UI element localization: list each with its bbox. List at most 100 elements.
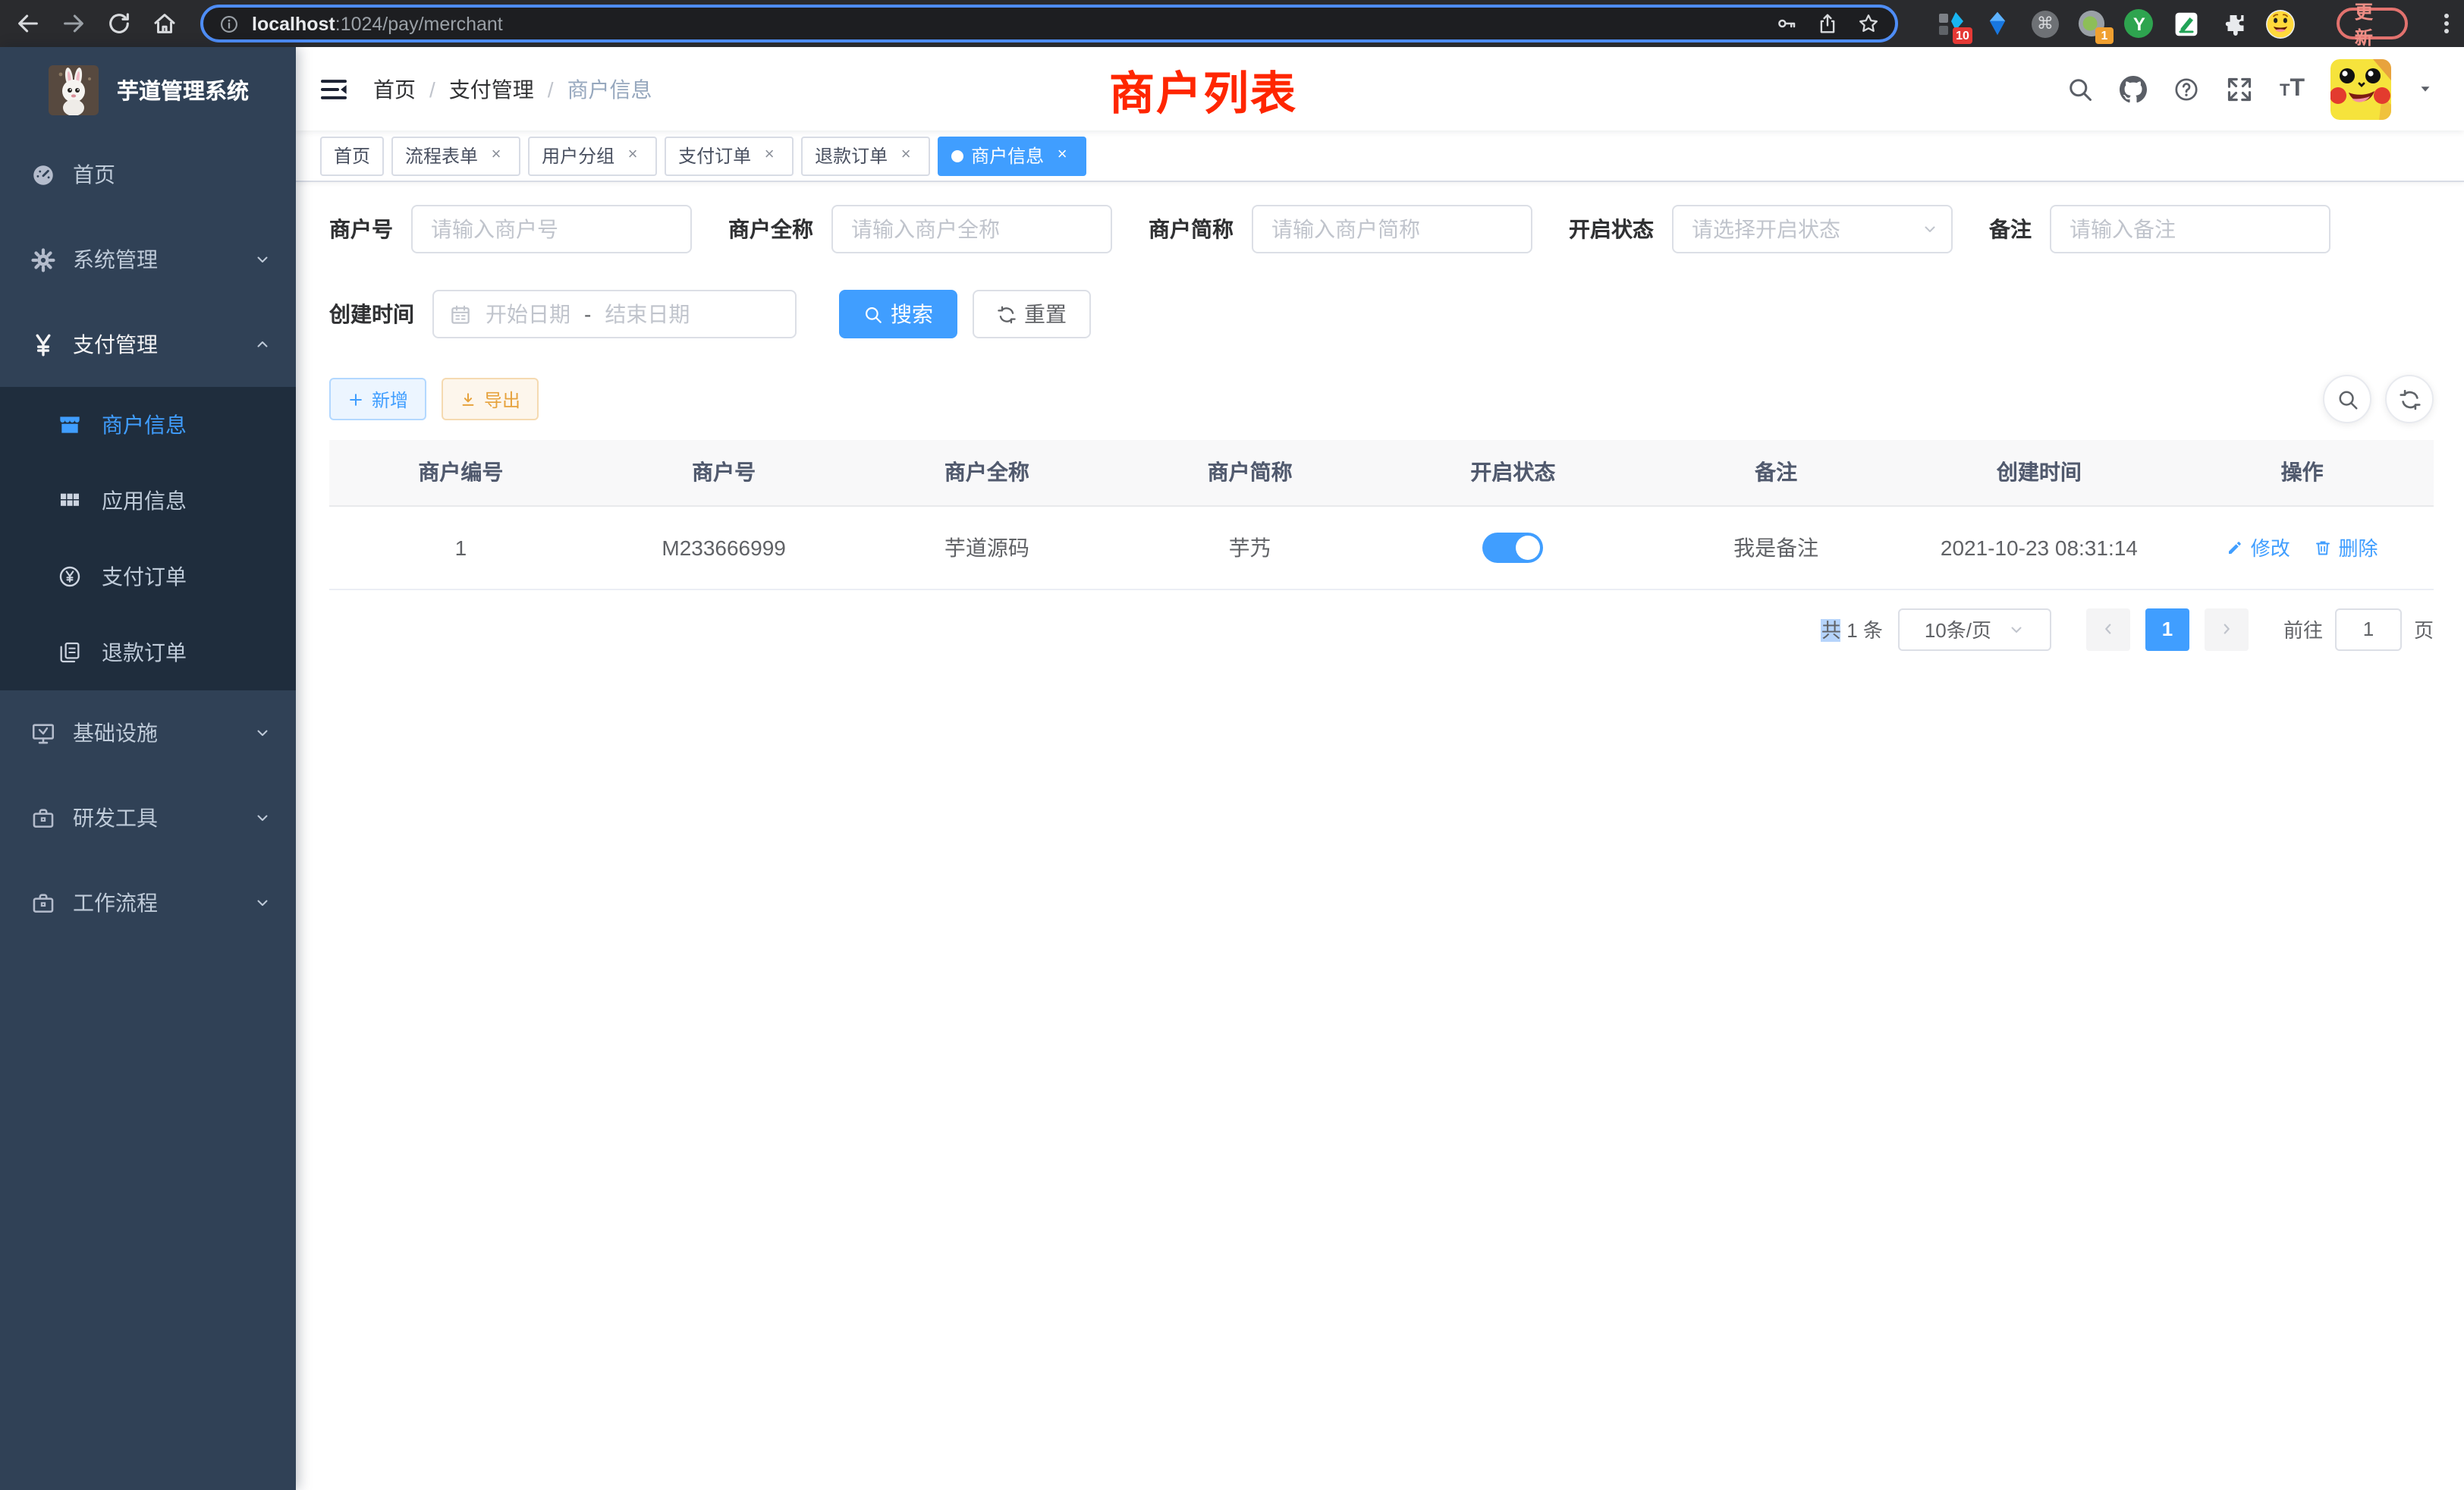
bookmark-star-icon[interactable] — [1857, 12, 1880, 35]
font-size-icon[interactable]: TT — [2280, 75, 2305, 102]
main-area: 商户列表 首页 / 支付管理 / 商户信息 TT — [296, 47, 2464, 1490]
sidebar-item-pay-order[interactable]: 支付订单 — [0, 539, 296, 615]
extension-note-icon[interactable] — [2171, 8, 2202, 39]
breadcrumb-section[interactable]: 支付管理 — [449, 74, 534, 104]
tab-user-group[interactable]: 用户分组× — [528, 136, 657, 175]
share-icon[interactable] — [1816, 12, 1839, 35]
tab-merchant-info-active[interactable]: 商户信息× — [938, 136, 1086, 175]
status-toggle-on[interactable] — [1482, 532, 1543, 562]
annotation-title: 商户列表 — [1109, 56, 1297, 123]
reload-icon[interactable] — [106, 11, 132, 36]
close-icon[interactable]: × — [759, 145, 780, 166]
browser-update-button[interactable]: 更新 — [2337, 8, 2408, 39]
screen: localhost:1024/pay/merchant 10 ⌘ 1 — [0, 0, 2464, 1490]
extension-gem-icon[interactable] — [1983, 8, 2013, 39]
sidebar-item-label: 基础设施 — [73, 718, 158, 748]
prev-page-button[interactable] — [2086, 608, 2130, 650]
sidebar-item-workflow[interactable]: 工作流程 — [0, 860, 296, 945]
url-host: localhost — [252, 13, 335, 34]
edit-link[interactable]: 修改 — [2227, 533, 2290, 561]
sidebar: 芋道管理系统 首页 系统管理 支付管理 商户信息 — [0, 47, 296, 1490]
search-icon[interactable] — [2067, 75, 2095, 102]
breadcrumb-current: 商户信息 — [567, 74, 652, 104]
search-button[interactable]: 搜索 — [839, 290, 957, 338]
remark-input[interactable] — [2050, 205, 2330, 253]
date-range-picker[interactable]: 开始日期 - 结束日期 — [432, 290, 797, 338]
app-title: 芋道管理系统 — [117, 74, 249, 105]
extension-y-icon[interactable]: Y — [2124, 8, 2154, 39]
merchant-no-input[interactable] — [411, 205, 692, 253]
tab-refund-order[interactable]: 退款订单× — [801, 136, 930, 175]
filter-row-1: 商户号 商户全称 商户简称 开启状态 请选择开启状态 — [329, 205, 2434, 253]
fullscreen-icon[interactable] — [2227, 75, 2254, 102]
close-icon[interactable]: × — [622, 145, 643, 166]
next-page-button[interactable] — [2205, 608, 2249, 650]
sidebar-item-infrastructure[interactable]: 基础设施 — [0, 690, 296, 775]
short-name-input[interactable] — [1252, 205, 1532, 253]
merchant-table: 商户编号 商户号 商户全称 商户简称 开启状态 备注 创建时间 操作 1 — [329, 440, 2434, 589]
sidebar-item-refund-order[interactable]: 退款订单 — [0, 615, 296, 690]
add-button[interactable]: 新增 — [329, 378, 426, 420]
delete-link[interactable]: 删除 — [2315, 533, 2378, 561]
home-icon[interactable] — [152, 11, 178, 36]
close-icon[interactable]: × — [1051, 145, 1073, 166]
extension-command-icon[interactable]: ⌘ — [2030, 8, 2060, 39]
refresh-table-button[interactable] — [2385, 375, 2434, 423]
browser-menu-icon[interactable] — [2443, 14, 2449, 33]
goto-label: 前往 — [2283, 615, 2323, 643]
toggle-search-button[interactable] — [2323, 375, 2371, 423]
password-key-icon[interactable] — [1775, 12, 1798, 35]
button-label: 新增 — [372, 386, 408, 412]
sidebar-item-dev-tools[interactable]: 研发工具 — [0, 775, 296, 860]
column-header: 操作 — [2170, 440, 2434, 505]
column-header: 商户简称 — [1118, 440, 1381, 505]
profile-emoji-icon[interactable] — [2265, 8, 2296, 39]
sidebar-item-label: 研发工具 — [73, 803, 158, 833]
status-select[interactable]: 请选择开启状态 — [1672, 205, 1953, 253]
github-icon[interactable] — [2120, 75, 2148, 102]
full-name-input[interactable] — [831, 205, 1112, 253]
goto-page-input[interactable] — [2335, 608, 2402, 650]
export-button[interactable]: 导出 — [442, 378, 539, 420]
help-icon[interactable] — [2173, 75, 2201, 102]
avatar[interactable] — [2330, 58, 2391, 119]
breadcrumb-home[interactable]: 首页 — [373, 74, 416, 104]
page-size-select[interactable]: 10条/页 — [1898, 608, 2051, 650]
reset-button[interactable]: 重置 — [973, 290, 1091, 338]
forward-icon[interactable] — [61, 11, 86, 36]
sidebar-item-system[interactable]: 系统管理 — [0, 217, 296, 302]
button-label: 重置 — [1024, 299, 1067, 329]
start-date-placeholder: 开始日期 — [486, 299, 570, 329]
briefcase-icon — [24, 889, 61, 916]
sidebar-item-merchant-info[interactable]: 商户信息 — [0, 387, 296, 463]
page-number-current[interactable]: 1 — [2145, 608, 2189, 650]
address-bar[interactable]: localhost:1024/pay/merchant — [200, 5, 1898, 42]
gear-icon — [24, 246, 61, 273]
site-info-icon[interactable] — [218, 13, 240, 34]
sidebar-item-app-info[interactable]: 应用信息 — [0, 463, 296, 539]
filter-label: 创建时间 — [329, 299, 414, 329]
table-tools — [2323, 375, 2434, 423]
tab-home[interactable]: 首页 — [320, 136, 384, 175]
chevron-down-icon — [2007, 620, 2025, 638]
extension-diamond-icon[interactable]: 10 — [1936, 8, 1966, 39]
tab-process-form[interactable]: 流程表单× — [391, 136, 520, 175]
payment-submenu: 商户信息 应用信息 支付订单 退款订单 — [0, 387, 296, 690]
caret-down-icon[interactable] — [2417, 80, 2434, 97]
cell-merchant-short-name: 芋艿 — [1118, 505, 1381, 589]
tab-pay-order[interactable]: 支付订单× — [665, 136, 794, 175]
filter-label: 商户号 — [329, 214, 393, 244]
back-icon[interactable] — [15, 11, 41, 36]
sidebar-item-label: 支付订单 — [102, 561, 187, 592]
sidebar-logo[interactable]: 芋道管理系统 — [0, 47, 296, 132]
extension-badge: 1 — [2095, 27, 2114, 43]
navbar-actions: TT — [2067, 58, 2434, 119]
extension-circle-icon[interactable]: 1 — [2077, 8, 2107, 39]
sidebar-item-home[interactable]: 首页 — [0, 132, 296, 217]
close-icon[interactable]: × — [486, 145, 507, 166]
extensions-puzzle-icon[interactable] — [2218, 8, 2249, 39]
filter-remark: 备注 — [1989, 205, 2330, 253]
sidebar-item-payment[interactable]: 支付管理 — [0, 302, 296, 387]
close-icon[interactable]: × — [895, 145, 916, 166]
sidebar-collapse-icon[interactable] — [319, 74, 349, 104]
